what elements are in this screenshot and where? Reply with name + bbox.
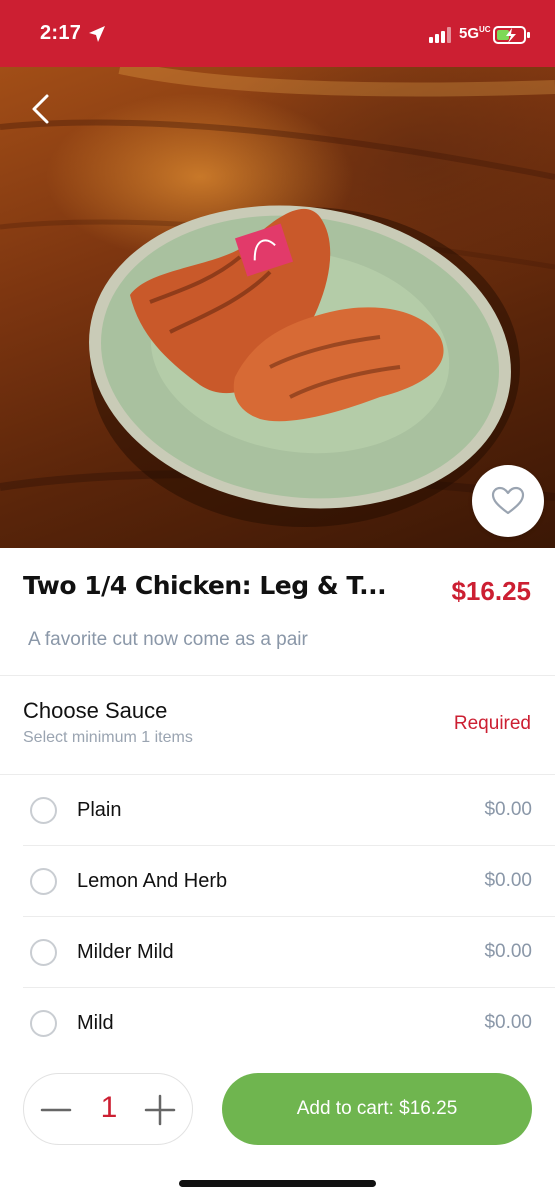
radio-button[interactable] (30, 1010, 57, 1037)
option-label: Plain (77, 799, 122, 821)
option-row-plain[interactable]: Plain $0.00 (23, 775, 555, 845)
favorite-button[interactable] (472, 465, 544, 537)
option-label: Lemon And Herb (77, 870, 228, 892)
chicken-plate-illustration (0, 67, 555, 527)
signal-bars-icon (429, 27, 451, 43)
radio-button[interactable] (30, 868, 57, 895)
option-price: $0.00 (484, 870, 532, 891)
product-detail-screen: 2:17 5GUC Two 1/4 Chicken: Leg & T... $1… (0, 0, 555, 1200)
network-type: 5G (459, 25, 480, 42)
radio-button[interactable] (30, 797, 57, 824)
product-description: A favorite cut now come as a pair (28, 629, 308, 650)
minus-icon[interactable] (40, 1094, 72, 1126)
add-to-cart-button[interactable]: Add to cart: $16.25 (222, 1073, 532, 1145)
network-label: 5GUC (459, 25, 491, 42)
chevron-left-icon (32, 94, 49, 124)
option-price: $0.00 (484, 1012, 532, 1033)
option-label: Mild (77, 1012, 114, 1034)
option-row-lemon-and-herb[interactable]: Lemon And Herb $0.00 (23, 846, 555, 916)
section-title: Choose Sauce (23, 698, 168, 723)
location-arrow-icon (89, 26, 105, 42)
option-row-mild[interactable]: Mild $0.00 (23, 988, 555, 1058)
quantity-value: 1 (100, 1091, 118, 1124)
option-price: $0.00 (484, 941, 532, 962)
option-label: Milder Mild (77, 941, 174, 963)
radio-button[interactable] (30, 939, 57, 966)
product-image (0, 67, 555, 548)
required-badge: Required (453, 713, 531, 734)
home-indicator (179, 1180, 376, 1187)
option-price: $0.00 (484, 799, 532, 820)
status-time: 2:17 (40, 22, 82, 44)
status-bar: 2:17 5GUC (0, 0, 555, 67)
heart-outline-icon (491, 486, 525, 515)
battery-charging-icon (493, 26, 530, 44)
plus-icon[interactable] (144, 1094, 176, 1126)
product-title: Two 1/4 Chicken: Leg & T... (23, 571, 387, 600)
back-button[interactable] (22, 89, 58, 129)
section-subtitle: Select minimum 1 items (23, 729, 193, 746)
product-price: $16.25 (451, 576, 531, 606)
divider (0, 675, 555, 676)
quantity-stepper: 1 (23, 1073, 193, 1145)
network-superscript: UC (479, 25, 491, 34)
option-row-milder-mild[interactable]: Milder Mild $0.00 (23, 917, 555, 987)
